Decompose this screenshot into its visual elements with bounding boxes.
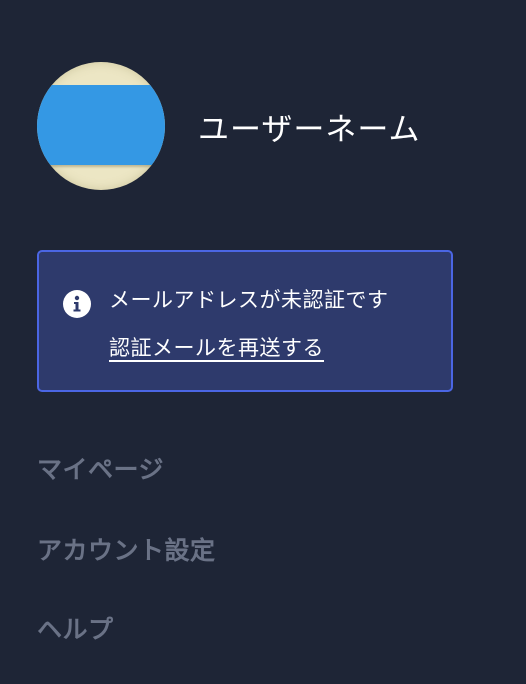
resend-verification-link[interactable]: 認証メールを再送する bbox=[109, 332, 324, 362]
notice-message: メールアドレスが未認証です bbox=[109, 288, 389, 312]
profile-header: ユーザーネーム bbox=[37, 62, 420, 190]
menu-item-mypage[interactable]: マイページ bbox=[37, 450, 164, 486]
menu-item-help[interactable]: ヘルプ bbox=[37, 610, 114, 646]
menu-item-account-settings[interactable]: アカウント設定 bbox=[37, 531, 216, 567]
avatar[interactable] bbox=[37, 62, 165, 190]
info-icon bbox=[63, 290, 91, 318]
email-unverified-notice: メールアドレスが未認証です 認証メールを再送する bbox=[37, 250, 453, 392]
username: ユーザーネーム bbox=[198, 111, 421, 148]
avatar-band bbox=[37, 85, 165, 165]
